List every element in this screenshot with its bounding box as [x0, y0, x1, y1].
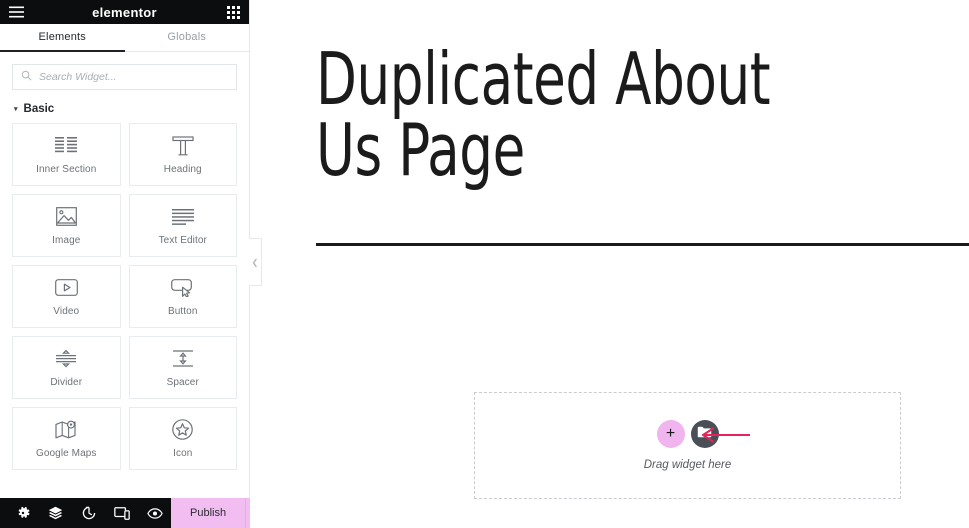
image-icon — [55, 206, 77, 228]
grid-apps-icon[interactable] — [227, 5, 240, 19]
widget-tile-spacer[interactable]: Spacer — [128, 336, 237, 399]
drop-widget-zone[interactable]: + Drag widget here — [474, 392, 901, 499]
publish-button[interactable]: Publish — [171, 498, 246, 528]
settings-icon[interactable] — [6, 498, 39, 528]
divider-icon — [55, 348, 77, 370]
widget-tile-inner-section[interactable]: Inner Section — [12, 123, 121, 186]
widget-label: Text Editor — [158, 234, 207, 246]
page-preview-canvas: Duplicated About Us Page + Drag widget h… — [250, 0, 969, 528]
elementor-panel: elementor Elements Globals Search Widget… — [0, 0, 274, 528]
button-icon — [171, 277, 194, 299]
page-divider — [316, 243, 969, 246]
plus-icon: + — [665, 425, 676, 442]
panel-tabs: Elements Globals — [0, 24, 249, 52]
widget-tile-heading[interactable]: Heading — [128, 123, 237, 186]
heading-icon — [172, 135, 194, 157]
widget-label: Button — [167, 305, 198, 317]
navigator-layers-icon[interactable] — [39, 498, 72, 528]
arrow-left-annotation — [699, 427, 751, 448]
panel-header: elementor — [0, 0, 249, 24]
widget-label: Google Maps — [35, 447, 97, 459]
widget-grid: Inner Section Heading Image Text Editor … — [0, 123, 249, 480]
widget-label: Spacer — [166, 376, 199, 388]
page-title[interactable]: Duplicated About Us Page — [316, 43, 841, 186]
spacer-icon — [172, 348, 194, 370]
google-maps-icon — [55, 419, 77, 441]
widget-tile-button[interactable]: Button — [128, 265, 237, 328]
chevron-down-icon: ▾ — [14, 105, 18, 113]
tab-globals[interactable]: Globals — [125, 24, 250, 52]
tab-elements-label: Elements — [38, 31, 86, 43]
widget-label: Heading — [163, 163, 202, 175]
search-widget-box[interactable] — [12, 64, 237, 90]
tab-globals-label: Globals — [167, 31, 207, 43]
panel-collapse-handle[interactable]: ❮ — [249, 238, 262, 286]
footer-tools — [0, 498, 171, 528]
widget-tile-divider[interactable]: Divider — [12, 336, 121, 399]
text-editor-icon — [171, 206, 194, 228]
responsive-mode-icon[interactable] — [105, 498, 138, 528]
drop-zone-label: Drag widget here — [643, 459, 732, 471]
publish-label: Publish — [190, 507, 227, 519]
chevron-left-icon: ❮ — [251, 257, 259, 267]
widget-tile-text-editor[interactable]: Text Editor — [128, 194, 237, 257]
drop-zone-actions: + — [656, 420, 750, 448]
video-icon — [54, 277, 78, 299]
category-basic-header[interactable]: ▾ Basic — [0, 90, 249, 123]
widget-tile-icon[interactable]: Icon — [128, 407, 237, 470]
history-icon[interactable] — [72, 498, 105, 528]
star-icon — [172, 419, 194, 441]
add-new-section-button[interactable]: + — [656, 420, 685, 448]
widget-tile-google-maps[interactable]: Google Maps — [12, 407, 121, 470]
search-section — [0, 52, 249, 90]
widget-label: Video — [53, 305, 80, 317]
search-icon — [21, 68, 32, 86]
widget-label: Inner Section — [36, 163, 97, 175]
preview-eye-icon[interactable] — [138, 498, 171, 528]
elementor-logo: elementor — [92, 4, 157, 20]
widget-tile-video[interactable]: Video — [12, 265, 121, 328]
inner-section-icon — [55, 135, 78, 157]
search-input[interactable] — [39, 71, 228, 83]
tab-elements[interactable]: Elements — [0, 24, 125, 52]
category-basic-label: Basic — [23, 103, 55, 115]
elementor-editor: elementor Elements Globals Search Widget… — [0, 0, 969, 528]
widget-tile-image[interactable]: Image — [12, 194, 121, 257]
panel-footer: Publish ∧ — [0, 498, 274, 528]
widget-label: Image — [52, 234, 81, 246]
hamburger-icon[interactable] — [9, 6, 24, 18]
widget-label: Divider — [50, 376, 83, 388]
widget-label: Icon — [173, 447, 193, 459]
